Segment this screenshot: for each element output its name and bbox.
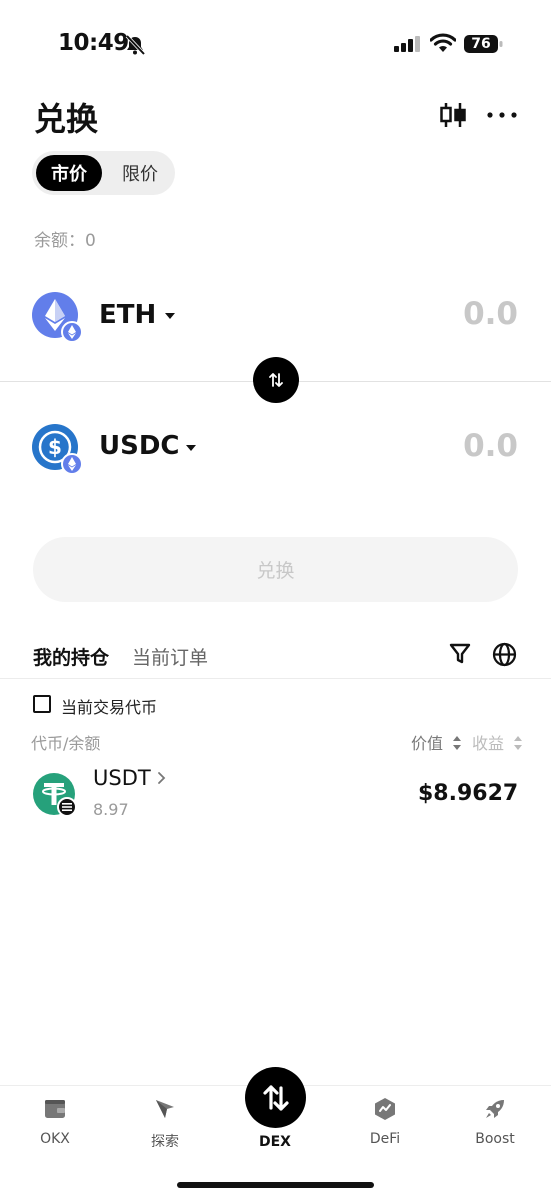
eth-token-icon[interactable] — [32, 292, 82, 342]
battery-indicator: 76 — [464, 34, 504, 54]
tab-my-holdings[interactable]: 我的持仓 — [33, 643, 109, 670]
tab-open-orders[interactable]: 当前订单 — [132, 643, 208, 670]
nav-item-okx[interactable]: OKX — [15, 1096, 95, 1147]
balance-text: 余额：0 — [34, 231, 96, 251]
wallet-icon — [45, 1100, 65, 1118]
usdc-token-icon[interactable]: $ — [32, 424, 82, 474]
nav-item-explore[interactable]: 探索 — [125, 1096, 205, 1151]
swap-button[interactable]: 兑换 — [33, 537, 518, 602]
nav-label: Boost — [475, 1131, 515, 1147]
checkbox-label[interactable]: 当前交易代币 — [61, 694, 157, 718]
compass-icon — [156, 1100, 174, 1118]
home-indicator[interactable] — [177, 1182, 374, 1188]
holding-value: $8.9627 — [418, 781, 519, 806]
chevron-down-icon[interactable] — [184, 443, 198, 453]
column-profit-label: 收益 — [472, 734, 505, 753]
filter-icon[interactable] — [449, 642, 471, 666]
column-header-token-balance: 代币/余额 — [31, 734, 101, 753]
rocket-icon — [486, 1100, 504, 1118]
from-amount-input[interactable]: 0.0 — [418, 296, 518, 332]
candlestick-chart-icon[interactable] — [438, 100, 468, 130]
column-value-label: 价值 — [411, 734, 444, 753]
sort-icon — [514, 736, 523, 750]
globe-icon[interactable] — [492, 642, 517, 667]
nav-label: 探索 — [151, 1134, 179, 1150]
more-options-icon[interactable] — [486, 104, 518, 126]
tab-limit-order[interactable]: 限价 — [108, 155, 172, 191]
defi-icon — [375, 1098, 395, 1120]
svg-text:$: $ — [48, 435, 62, 459]
tab-market-order[interactable]: 市价 — [36, 155, 102, 191]
nav-item-dex[interactable] — [245, 1067, 306, 1128]
holding-symbol[interactable]: USDT — [93, 766, 151, 790]
current-token-checkbox[interactable] — [33, 695, 51, 713]
column-header-profit[interactable]: 收益 — [472, 730, 523, 754]
chevron-down-icon[interactable] — [163, 311, 177, 321]
swap-icon — [262, 1084, 289, 1111]
to-token-symbol[interactable]: USDC — [99, 431, 180, 461]
usdt-token-icon — [33, 773, 77, 817]
from-token-symbol[interactable]: ETH — [99, 300, 156, 330]
battery-level: 76 — [471, 36, 491, 52]
bell-muted-icon — [125, 34, 146, 56]
swap-arrows-icon — [269, 373, 283, 387]
column-header-value[interactable]: 价值 — [411, 730, 462, 754]
to-amount-input[interactable]: 0.0 — [418, 428, 518, 464]
nav-label: OKX — [40, 1131, 70, 1147]
status-time: 10:49 — [58, 30, 129, 56]
page-title: 兑换 — [34, 100, 99, 138]
cellular-signal-icon — [394, 36, 420, 52]
nav-item-boost[interactable]: Boost — [455, 1096, 535, 1147]
nav-label: DeFi — [369, 1131, 401, 1147]
sort-icon — [453, 736, 462, 750]
divider — [0, 678, 551, 679]
nav-item-defi[interactable]: DeFi — [345, 1096, 425, 1147]
wifi-icon — [430, 33, 456, 52]
nav-label: DEX — [259, 1134, 291, 1150]
holding-balance: 8.97 — [93, 800, 129, 819]
chevron-right-icon[interactable] — [157, 771, 166, 785]
switch-tokens-button[interactable] — [253, 357, 299, 403]
